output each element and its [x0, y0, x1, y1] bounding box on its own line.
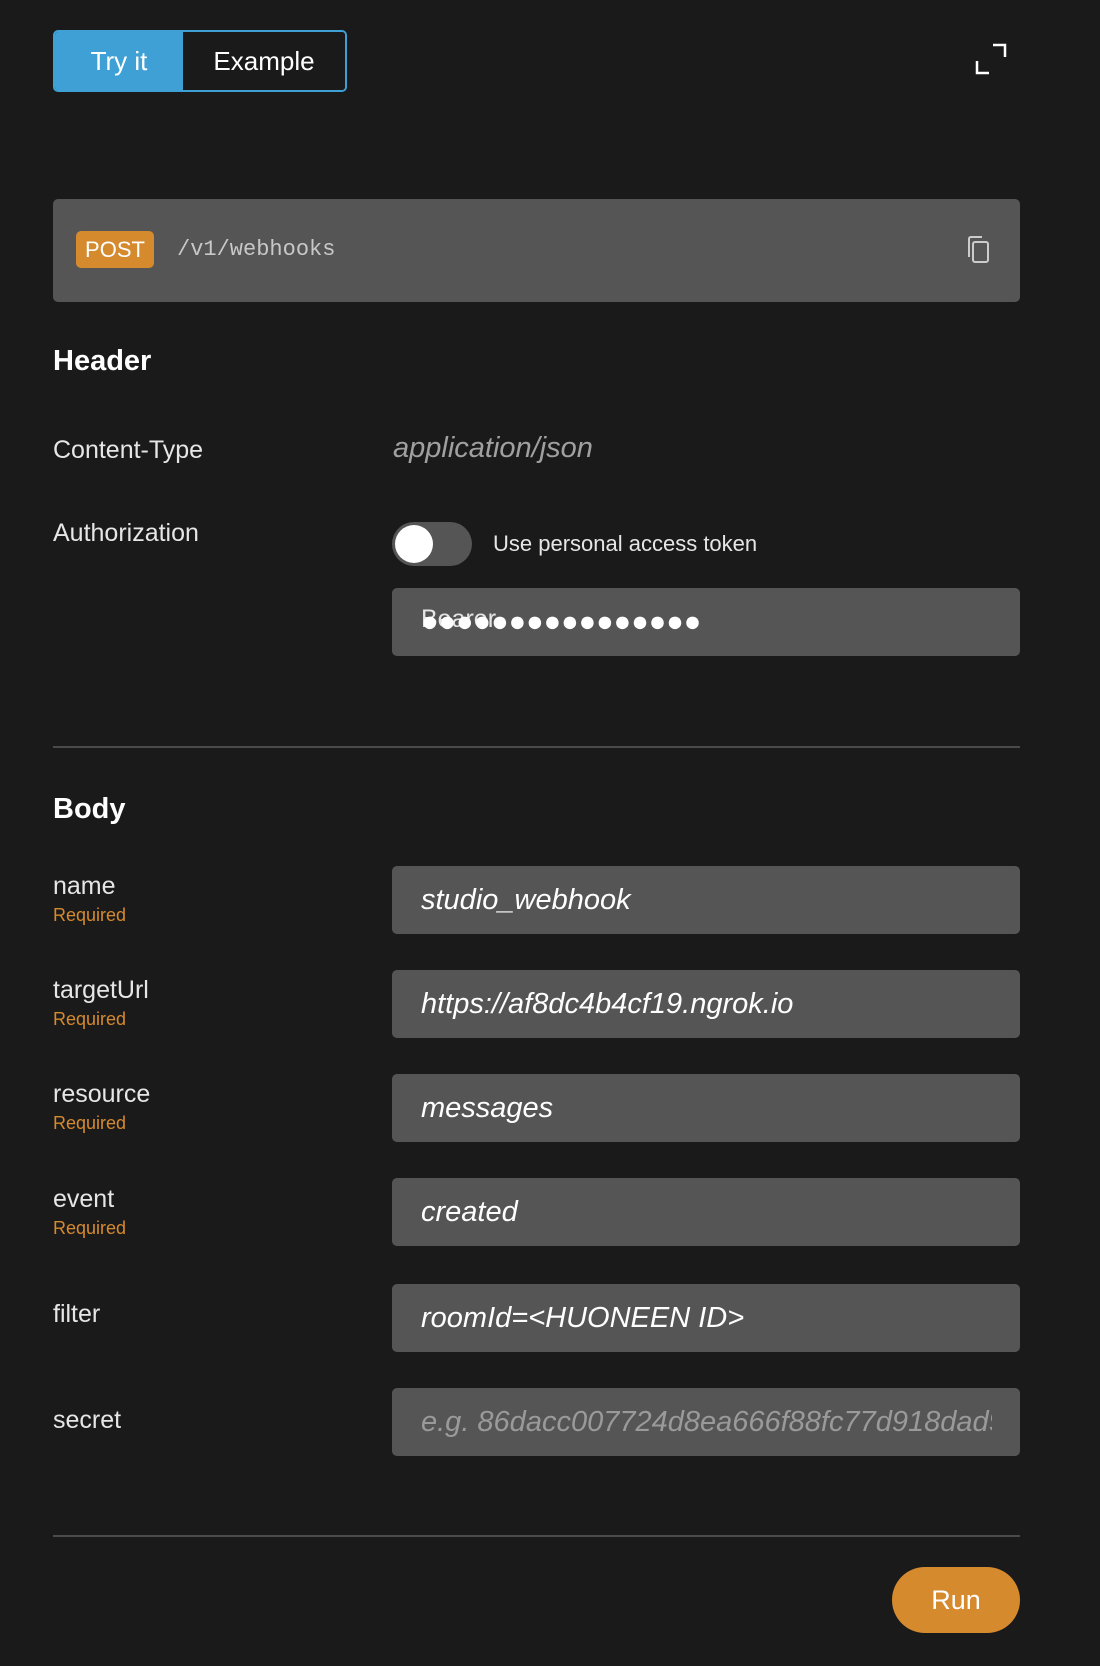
resource-required: Required: [53, 1113, 127, 1133]
authorization-label: Authorization: [53, 519, 199, 547]
body-section-title: Body: [53, 793, 126, 825]
header-section-title: Header: [53, 345, 152, 377]
secret-input[interactable]: [392, 1388, 1020, 1456]
personal-token-toggle[interactable]: [392, 522, 472, 566]
target-url-label: targetUrl: [53, 976, 149, 1004]
secret-label: secret: [53, 1406, 122, 1434]
endpoint-bar: POST /v1/webhooks: [53, 199, 1020, 302]
filter-label: filter: [53, 1300, 101, 1328]
bearer-token-input[interactable]: [392, 588, 1020, 656]
event-label: event: [53, 1185, 115, 1213]
resource-field: [392, 1074, 1020, 1142]
mode-tabs: Try it Example: [53, 30, 347, 92]
target-url-input[interactable]: [392, 970, 1020, 1038]
bearer-field: Bearer: [392, 588, 1020, 656]
resource-label: resource: [53, 1080, 151, 1108]
tab-try-it[interactable]: Try it: [55, 32, 183, 90]
copy-icon[interactable]: [965, 235, 991, 265]
toggle-label: Use personal access token: [493, 531, 758, 556]
toggle-knob: [395, 525, 433, 563]
name-label: name: [53, 872, 116, 900]
resource-input[interactable]: [392, 1074, 1020, 1142]
content-type-label: Content-Type: [53, 436, 204, 464]
target-url-required: Required: [53, 1009, 127, 1029]
content-type-value: application/json: [393, 432, 593, 464]
tab-example[interactable]: Example: [183, 32, 345, 90]
secret-field: [392, 1388, 1020, 1456]
run-button[interactable]: Run: [892, 1567, 1020, 1633]
filter-field: [392, 1284, 1020, 1352]
event-input[interactable]: [392, 1178, 1020, 1246]
name-input[interactable]: [392, 866, 1020, 934]
method-badge: POST: [76, 231, 154, 268]
target-url-field: [392, 970, 1020, 1038]
body-divider: [53, 1535, 1020, 1537]
expand-icon[interactable]: [974, 42, 1008, 76]
name-required: Required: [53, 905, 127, 925]
filter-input[interactable]: [392, 1284, 1020, 1352]
api-try-it-panel: Try it Example POST /v1/webhooks Header …: [0, 0, 1100, 1666]
event-required: Required: [53, 1218, 127, 1238]
name-field: [392, 866, 1020, 934]
header-divider: [53, 746, 1020, 748]
endpoint-path: /v1/webhooks: [177, 237, 336, 262]
event-field: [392, 1178, 1020, 1246]
